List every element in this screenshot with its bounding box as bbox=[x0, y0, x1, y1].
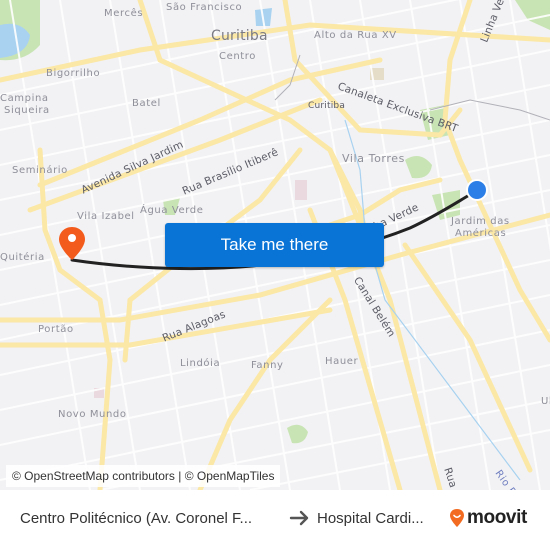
map-label-batel: Batel bbox=[132, 98, 161, 109]
map-label-agua-verde: Água Verde bbox=[140, 205, 204, 216]
route-footer: Centro Politécnico (Av. Coronel F... Hos… bbox=[0, 490, 550, 550]
map-label-seminario: Seminário bbox=[12, 165, 68, 176]
map-label-merces: Mercês bbox=[104, 8, 144, 19]
origin-stop-name: Centro Politécnico (Av. Coronel F... bbox=[20, 510, 253, 527]
map-label-portao: Portão bbox=[38, 324, 74, 335]
park-area bbox=[287, 424, 308, 444]
destination-name: Hospital Cardi... bbox=[317, 510, 424, 527]
map-label-campina: Campina bbox=[0, 93, 49, 104]
map-label-lindoia: Lindóia bbox=[180, 358, 221, 369]
map-attribution[interactable]: © OpenStreetMap contributors | © OpenMap… bbox=[6, 465, 281, 487]
moovit-logo: moovit bbox=[449, 507, 527, 529]
map-label-ul: Ul bbox=[541, 396, 550, 407]
map-label-sao-francisco: São Francisco bbox=[166, 2, 243, 13]
map-label-centro: Centro bbox=[219, 51, 257, 62]
moovit-wordmark: moovit bbox=[467, 507, 527, 528]
map-view[interactable]: Mercês São Francisco Curitiba Centro Alt… bbox=[0, 0, 550, 490]
map-label-quiteria: Quitéria bbox=[0, 252, 45, 263]
map-label-jardim-das: Jardim das bbox=[451, 216, 510, 227]
map-label-curitiba-station: Curitiba bbox=[308, 101, 346, 111]
origin-dot-icon[interactable] bbox=[465, 178, 489, 202]
map-label-hauer: Hauer bbox=[325, 356, 359, 367]
arrow-right-icon bbox=[289, 510, 309, 526]
park-area bbox=[405, 156, 432, 179]
map-label-curitiba-city: Curitiba bbox=[211, 28, 268, 44]
map-label-fanny: Fanny bbox=[251, 360, 284, 371]
landuse bbox=[295, 180, 307, 200]
map-label-vila-torres: Vila Torres bbox=[342, 152, 405, 165]
take-me-there-button[interactable]: Take me there bbox=[165, 223, 384, 267]
park-area bbox=[515, 0, 550, 30]
map-label-vila-izabel: Vila Izabel bbox=[77, 211, 135, 222]
map-label-americas: Américas bbox=[455, 228, 507, 239]
map-label-siqueira: Siqueira bbox=[4, 105, 50, 116]
map-label-novo-mundo: Novo Mundo bbox=[58, 409, 127, 420]
map-label-alto-da-rua-xv: Alto da Rua XV bbox=[314, 30, 397, 41]
map-label-bigorrilho: Bigorrilho bbox=[46, 68, 101, 79]
moovit-pin-icon bbox=[450, 509, 464, 527]
destination-pin-icon[interactable] bbox=[58, 226, 86, 262]
